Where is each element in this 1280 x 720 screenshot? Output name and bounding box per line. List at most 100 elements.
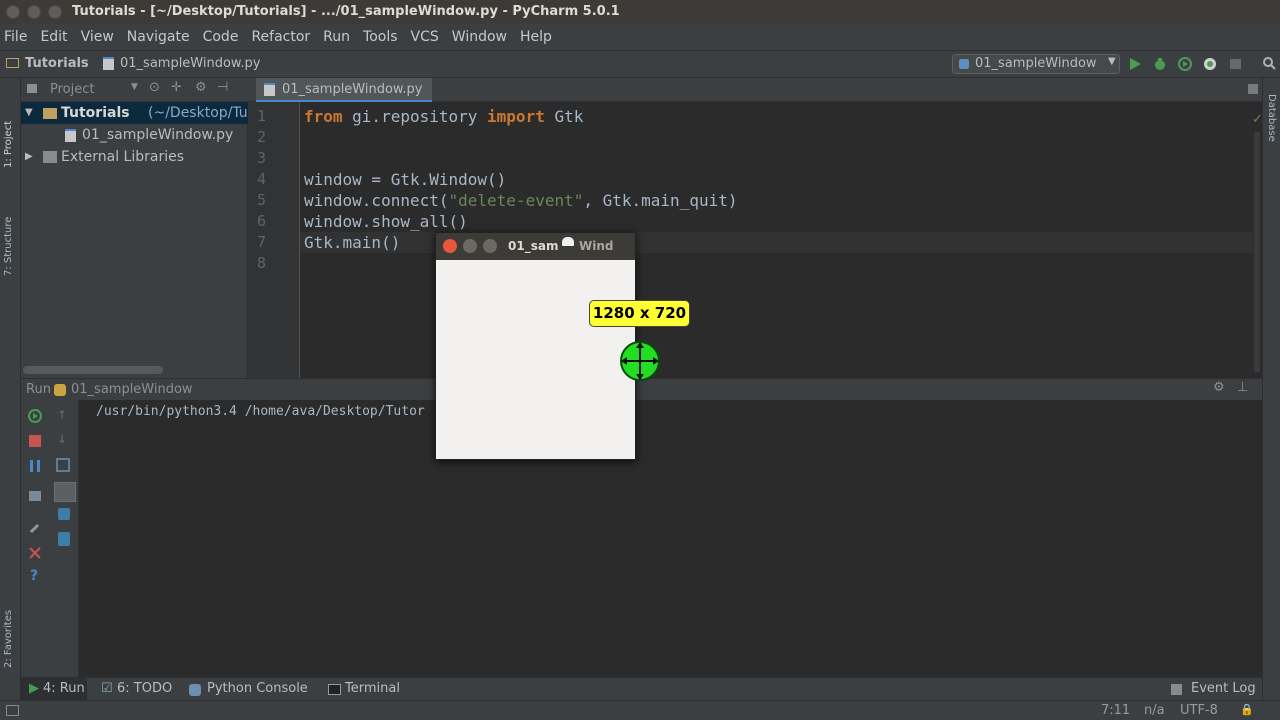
window-title: Tutorials - [~/Desktop/Tutorials] - .../… bbox=[72, 4, 620, 19]
line-number: 5 bbox=[256, 191, 266, 209]
split-editor-icon[interactable] bbox=[1248, 84, 1258, 94]
horizontal-scrollbar[interactable] bbox=[23, 366, 163, 374]
search-icon[interactable] bbox=[1262, 56, 1276, 70]
editor-tab-file[interactable]: 01_sampleWindow.py bbox=[256, 78, 433, 102]
tab-run[interactable]: ▶ 4: Run bbox=[21, 678, 87, 700]
hide-panel-icon[interactable]: ⊥ bbox=[1237, 380, 1248, 395]
code-line[interactable]: Gtk.main() bbox=[304, 232, 400, 253]
pin-icon[interactable] bbox=[27, 520, 43, 536]
stop-icon[interactable] bbox=[27, 433, 43, 449]
minimize-window-icon[interactable] bbox=[463, 239, 477, 253]
rerun-icon[interactable] bbox=[27, 408, 43, 424]
debug-icon[interactable] bbox=[1152, 56, 1168, 72]
gear-icon[interactable]: ⚙ bbox=[195, 80, 207, 95]
menu-help[interactable]: Help bbox=[520, 29, 552, 45]
menu-vcs[interactable]: VCS bbox=[411, 29, 439, 45]
python-file-icon bbox=[264, 83, 275, 96]
tab-python-console-label: Python Console bbox=[207, 681, 308, 696]
breadcrumb-file[interactable]: 01_sampleWindow.py bbox=[120, 56, 260, 71]
run-console[interactable]: /usr/bin/python3.4 /home/ava/Desktop/Tut… bbox=[80, 400, 1262, 677]
code-line[interactable]: window.connect("delete-event", Gtk.main_… bbox=[304, 190, 737, 211]
scroll-to-end-icon[interactable] bbox=[54, 482, 76, 502]
line-separator[interactable]: n/a bbox=[1144, 703, 1165, 718]
project-view-icon bbox=[27, 84, 37, 93]
python-file-icon bbox=[65, 129, 76, 142]
profile-icon[interactable] bbox=[1202, 56, 1218, 72]
gtk-sample-window[interactable]: 01_sam Wind bbox=[435, 232, 636, 460]
crosshair-move-icon[interactable] bbox=[619, 340, 661, 382]
pause-icon[interactable] bbox=[27, 458, 43, 474]
line-number: 7 bbox=[256, 233, 266, 251]
chevron-down-icon[interactable]: ▼ bbox=[25, 102, 33, 124]
minimize-window-icon[interactable] bbox=[27, 5, 41, 19]
run-config-name[interactable]: 01_sampleWindow bbox=[71, 382, 193, 397]
arrow-down-icon[interactable]: ↓ bbox=[57, 432, 67, 446]
menu-navigate[interactable]: Navigate bbox=[127, 29, 190, 45]
bottom-tool-tabs: ▶ 4: Run ☑ 6: TODO Python Console Termin… bbox=[21, 677, 1262, 700]
library-icon bbox=[43, 151, 57, 163]
soft-wrap-icon[interactable] bbox=[56, 458, 70, 472]
maximize-window-icon[interactable] bbox=[483, 239, 497, 253]
coverage-icon[interactable] bbox=[1177, 56, 1193, 72]
menu-tools[interactable]: Tools bbox=[363, 29, 398, 45]
scroll-from-source-icon[interactable]: ⊙ bbox=[149, 80, 160, 95]
console-output: /usr/bin/python3.4 /home/ava/Desktop/Tut… bbox=[96, 404, 425, 419]
gear-icon[interactable]: ⚙ bbox=[1213, 380, 1225, 395]
run-icon: ▶ bbox=[29, 681, 39, 696]
code-token: window.connect( bbox=[304, 191, 449, 210]
dimension-badge: 1280 x 720 bbox=[589, 300, 690, 327]
code-line[interactable]: window = Gtk.Window() bbox=[304, 169, 506, 190]
menu-edit[interactable]: Edit bbox=[40, 29, 67, 45]
tab-favorites[interactable]: 2: Favorites bbox=[3, 588, 14, 668]
lock-icon[interactable]: 🔒 bbox=[1240, 703, 1254, 716]
menu-run[interactable]: Run bbox=[323, 29, 350, 45]
menu-code[interactable]: Code bbox=[203, 29, 239, 45]
code-line[interactable]: from gi.repository import Gtk bbox=[304, 106, 583, 127]
gtk-window-title-rest: Wind bbox=[579, 239, 614, 253]
menu-file[interactable]: File bbox=[4, 29, 27, 45]
tab-database[interactable]: Database bbox=[1266, 94, 1277, 164]
line-number: 1 bbox=[256, 107, 266, 125]
maximize-window-icon[interactable] bbox=[48, 5, 62, 19]
arrow-up-icon[interactable]: ↑ bbox=[57, 408, 67, 422]
run-icon[interactable] bbox=[1128, 57, 1142, 71]
file-encoding[interactable]: UTF-8 bbox=[1180, 703, 1218, 718]
run-config-select[interactable]: 01_sampleWindow ▼ bbox=[952, 54, 1120, 74]
chevron-down-icon: ▼ bbox=[1108, 56, 1116, 67]
chevron-down-icon[interactable]: ▼ bbox=[131, 82, 138, 92]
project-panel-header: Project ▼ ⊙ ✛ ⚙ ⊣ bbox=[21, 78, 248, 102]
vertical-scrollbar[interactable] bbox=[1254, 132, 1260, 372]
tab-project[interactable]: 1: Project bbox=[3, 98, 14, 168]
hide-panel-icon[interactable]: ⊣ bbox=[217, 80, 228, 95]
tab-event-log-label: Event Log bbox=[1191, 681, 1256, 696]
tab-run-label: 4: Run bbox=[43, 681, 85, 696]
line-number: 8 bbox=[256, 254, 266, 272]
gtk-window-titlebar[interactable]: 01_sam Wind bbox=[436, 233, 635, 260]
close-window-icon[interactable] bbox=[6, 5, 20, 19]
code-token: window.show_all() bbox=[304, 212, 468, 231]
string-token: "delete-event" bbox=[448, 191, 584, 210]
close-window-icon[interactable] bbox=[443, 239, 457, 253]
left-tool-strip: 1: Project 7: Structure 2: Favorites bbox=[0, 78, 21, 700]
print-icon[interactable] bbox=[58, 508, 70, 520]
help-icon[interactable]: ? bbox=[30, 568, 38, 584]
toggle-tool-windows-icon[interactable] bbox=[6, 705, 19, 716]
caret-position[interactable]: 7:11 bbox=[1101, 703, 1130, 718]
dump-threads-icon[interactable] bbox=[27, 488, 43, 504]
close-icon[interactable] bbox=[27, 545, 43, 561]
chevron-right-icon[interactable]: ▶ bbox=[25, 146, 33, 168]
menu-view[interactable]: View bbox=[81, 29, 114, 45]
project-view-select[interactable]: Project bbox=[50, 82, 94, 97]
pointer-hand-icon bbox=[562, 237, 574, 246]
clear-all-icon[interactable] bbox=[58, 532, 70, 546]
code-line[interactable]: window.show_all() bbox=[304, 211, 468, 232]
breadcrumb-project[interactable]: Tutorials bbox=[25, 56, 89, 71]
stop-icon[interactable] bbox=[1228, 56, 1244, 72]
collapse-all-icon[interactable]: ✛ bbox=[171, 80, 182, 95]
editor-tab-bar: 01_sampleWindow.py bbox=[248, 78, 1262, 102]
menu-refactor[interactable]: Refactor bbox=[251, 29, 310, 45]
line-number: 3 bbox=[256, 149, 266, 167]
menu-window[interactable]: Window bbox=[452, 29, 507, 45]
tree-item-root[interactable]: ▼ Tutorials (~/Desktop/Tutor bbox=[21, 102, 267, 124]
tab-structure[interactable]: 7: Structure bbox=[3, 196, 14, 276]
